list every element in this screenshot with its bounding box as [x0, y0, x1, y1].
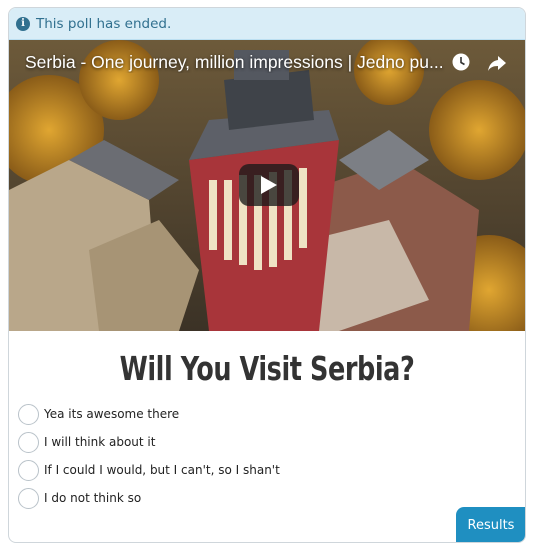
poll-option[interactable]: Yea its awesome there — [18, 400, 525, 428]
poll-option[interactable]: I will think about it — [18, 428, 525, 456]
option-label: Yea its awesome there — [44, 407, 180, 421]
poll-ended-notice: i This poll has ended. — [9, 8, 525, 40]
option-radio[interactable] — [18, 431, 39, 453]
option-radio[interactable] — [18, 459, 39, 481]
video-player[interactable]: Serbia - One journey, million impression… — [9, 40, 525, 331]
play-button[interactable] — [239, 164, 299, 206]
share-icon[interactable] — [487, 54, 507, 72]
notice-text: This poll has ended. — [36, 15, 172, 32]
option-label: I will think about it — [44, 435, 156, 449]
poll-option[interactable]: I do not think so — [18, 484, 525, 512]
option-radio[interactable] — [18, 487, 39, 509]
poll-widget: i This poll has ended. Serbia - One jour… — [8, 7, 526, 543]
play-icon — [261, 176, 277, 194]
video-title[interactable]: Serbia - One journey, million impression… — [25, 52, 445, 73]
clock-icon[interactable] — [452, 53, 470, 71]
option-label: I do not think so — [44, 491, 142, 505]
option-label: If I could I would, but I can't, so I sh… — [44, 463, 280, 477]
poll-options: Yea its awesome there I will think about… — [18, 400, 525, 512]
poll-question: Will You Visit Serbia? — [119, 349, 415, 388]
option-radio[interactable] — [18, 403, 39, 425]
info-icon: i — [16, 16, 30, 31]
poll-option[interactable]: If I could I would, but I can't, so I sh… — [18, 456, 525, 484]
results-button[interactable]: Results — [456, 507, 525, 542]
